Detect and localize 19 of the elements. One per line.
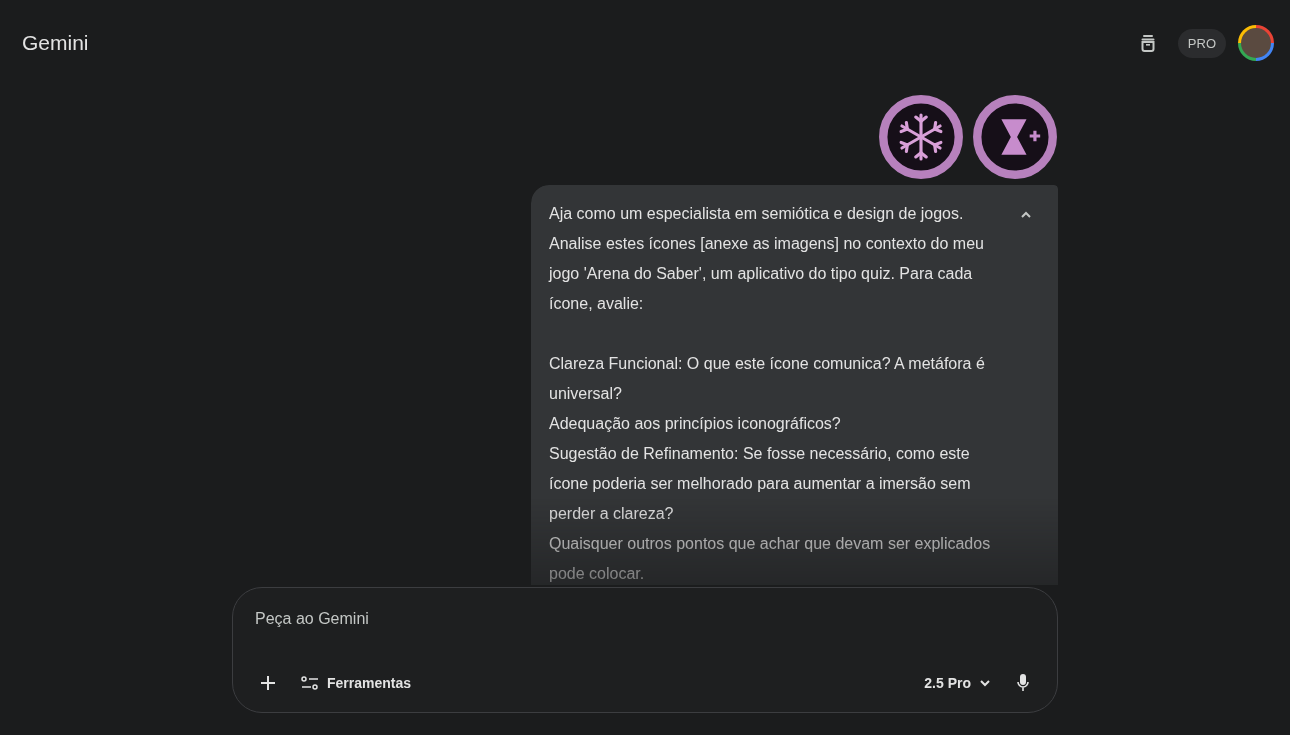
snowflake-icon [878,94,964,180]
sliders-icon [301,676,319,690]
tools-button[interactable]: Ferramentas [295,669,418,697]
message-paragraph: Aja como um especialista em semiótica e design de jogos. Analise estes ícones [anexe as imagens] no contexto do meu jogo 'Arena do Saber', um aplicativo do tipo quiz. Para cada ícone, avalie: [549,204,985,314]
message-paragraph: Quaisquer outros pontos que achar que devam ser explicados pode colocar. [549,534,992,584]
message-paragraph: Clareza Funcional: O que este ícone comunica? A metáfora é universal? [549,354,986,404]
hourglass-icon [972,94,1058,180]
pro-badge[interactable]: PRO [1177,28,1226,58]
app-title: Gemini [22,31,90,55]
microphone-icon [1017,674,1029,692]
message-paragraph: Adequação aos princípios iconográficos? [549,414,842,434]
chevron-icon [1020,211,1032,219]
message-paragraph: Sugestão de Refinamento: Se fosse necessário, como este ícone poderia ser melhorado para aumentar a imersão sem perder a clareza? [549,444,972,524]
archive-icon[interactable] [1139,34,1156,52]
avatar[interactable] [1238,25,1274,61]
plus-icon [261,676,275,690]
chevron-icon [979,679,991,687]
model-selector[interactable]: 2.5 Pro [918,669,997,697]
prompt-field[interactable]: Peça ao Gemini [255,606,655,632]
